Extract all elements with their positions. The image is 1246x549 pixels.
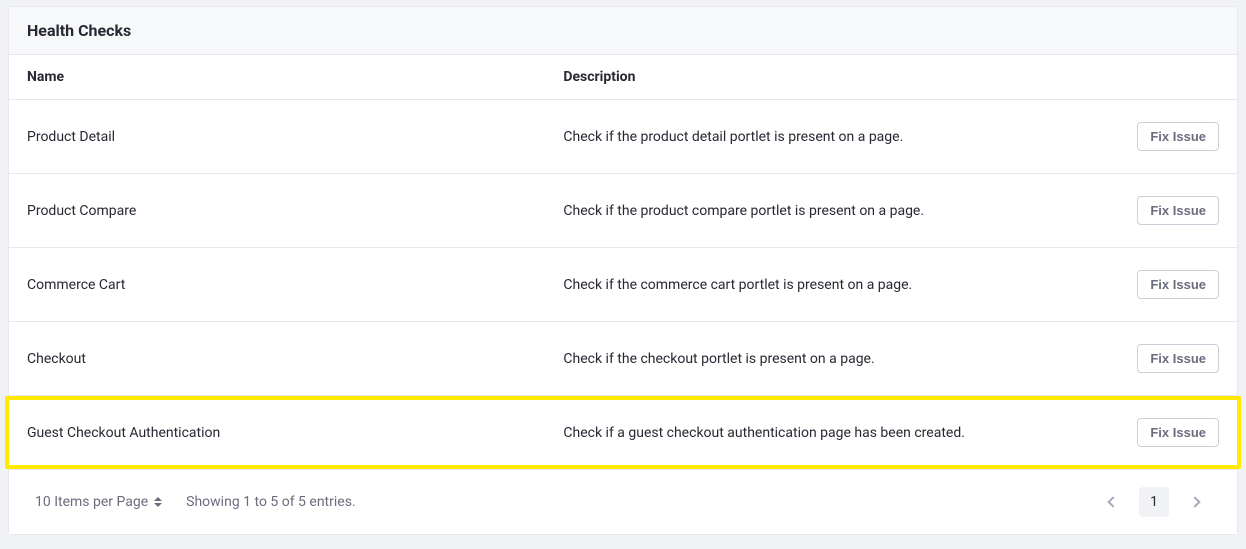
pagination: 1 [1097,486,1211,518]
cell-name: Guest Checkout Authentication [27,425,563,441]
cell-name: Commerce Cart [27,277,563,293]
cell-action: Fix Issue [1109,270,1219,299]
fix-issue-button[interactable]: Fix Issue [1137,344,1219,373]
fix-issue-button[interactable]: Fix Issue [1137,270,1219,299]
card-header: Health Checks [9,7,1237,55]
cell-name: Product Detail [27,129,563,145]
cell-action: Fix Issue [1109,122,1219,151]
page-number-current[interactable]: 1 [1139,487,1169,517]
card-title: Health Checks [27,21,1219,40]
table-row: Guest Checkout AuthenticationCheck if a … [9,396,1237,469]
table-row: Commerce CartCheck if the commerce cart … [9,248,1237,322]
table-body: Product DetailCheck if the product detai… [9,100,1237,469]
table-row: Product CompareCheck if the product comp… [9,174,1237,248]
cell-description: Check if the checkout portlet is present… [563,351,1109,367]
next-page-button[interactable] [1179,486,1211,518]
fix-issue-button[interactable]: Fix Issue [1137,196,1219,225]
table-header: Name Description [9,55,1237,100]
cell-action: Fix Issue [1109,196,1219,225]
health-checks-card: Health Checks Name Description Product D… [8,6,1238,535]
cell-name: Product Compare [27,203,563,219]
table-row: Product DetailCheck if the product detai… [9,100,1237,174]
cell-description: Check if the product detail portlet is p… [563,129,1109,145]
chevron-right-icon [1189,496,1200,507]
fix-issue-button[interactable]: Fix Issue [1137,122,1219,151]
prev-page-button[interactable] [1097,486,1129,518]
cell-name: Checkout [27,351,563,367]
chevron-left-icon [1107,496,1118,507]
cell-description: Check if the product compare portlet is … [563,203,1109,219]
cell-action: Fix Issue [1109,344,1219,373]
updown-icon [154,495,164,509]
cell-action: Fix Issue [1109,418,1219,447]
column-header-description[interactable]: Description [563,69,1109,85]
cell-description: Check if a guest checkout authentication… [563,425,1109,441]
column-header-name[interactable]: Name [27,69,563,85]
table-footer: 10 Items per Page Showing 1 to 5 of 5 en… [9,469,1237,534]
fix-issue-button[interactable]: Fix Issue [1137,418,1219,447]
cell-description: Check if the commerce cart portlet is pr… [563,277,1109,293]
table-row: CheckoutCheck if the checkout portlet is… [9,322,1237,396]
